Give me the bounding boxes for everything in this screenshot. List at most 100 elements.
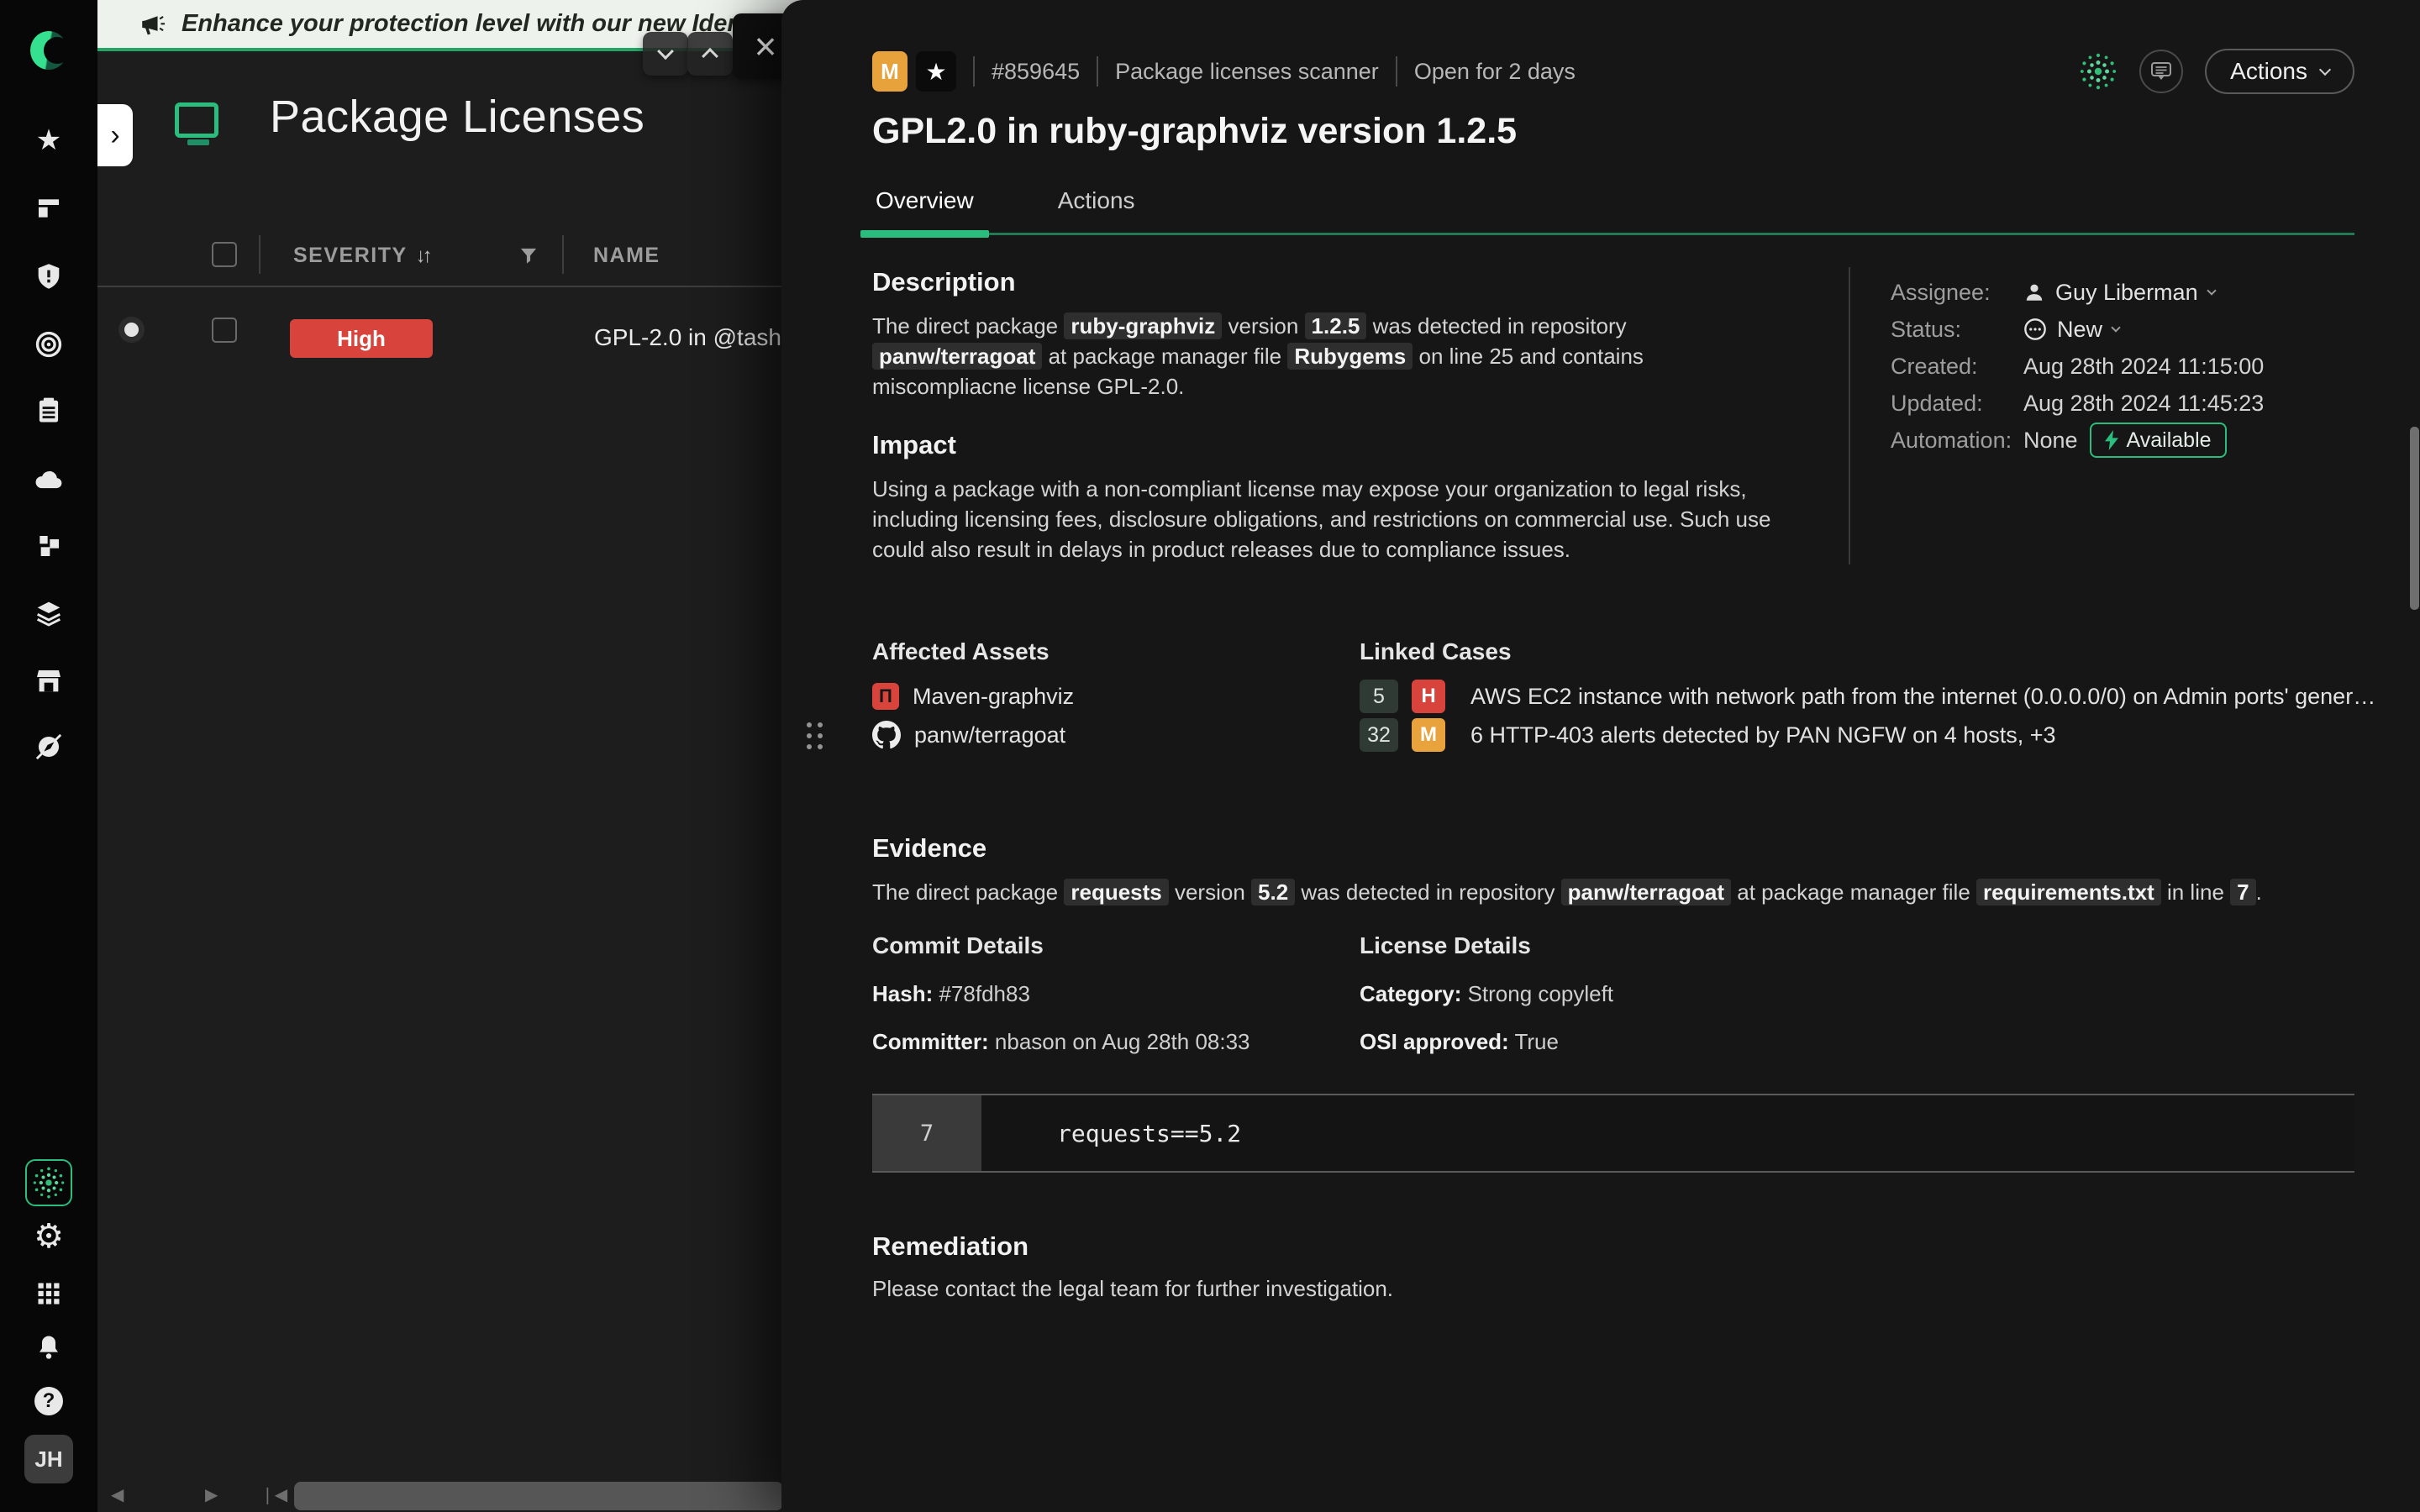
settings-gear-icon[interactable]: ⚙ (30, 1218, 67, 1255)
banner-collapse-button[interactable] (643, 32, 688, 76)
case-open-duration: Open for 2 days (1414, 59, 1576, 85)
page-title: Package Licenses (270, 91, 644, 143)
asset-item[interactable]: panw/terragoat (872, 716, 1360, 754)
actions-button[interactable]: Actions (2205, 49, 2354, 94)
page-next-icon[interactable]: ▶ (205, 1484, 218, 1505)
status-new-icon (2023, 318, 2047, 341)
code-line-number: 7 (872, 1095, 981, 1171)
person-icon (2023, 281, 2045, 303)
copilot-icon[interactable] (25, 1159, 72, 1206)
description-heading: Description (872, 267, 1840, 297)
case-severity-badge: M (872, 51, 908, 92)
favorites-star-icon[interactable]: ★ (30, 122, 67, 159)
report-icon[interactable] (30, 392, 67, 429)
automation-available-badge[interactable]: Available (2090, 423, 2227, 458)
affected-assets: Affected Assets Π Maven-graphviz panw/te… (872, 638, 1360, 754)
row-checkbox[interactable] (212, 318, 237, 343)
lightning-icon (2105, 430, 2118, 450)
megaphone-icon (138, 10, 166, 39)
automation-label: Automation: (1891, 428, 2023, 454)
severity-badge: High (290, 319, 433, 358)
apps-grid-icon[interactable] (30, 1275, 67, 1312)
commit-committer: Committer: nbason on Aug 28th 08:33 (872, 1029, 1360, 1055)
dashboard-icon[interactable] (30, 190, 67, 227)
tab-actions[interactable]: Actions (1055, 187, 1139, 233)
panel-tabs: Overview Actions (872, 187, 2354, 235)
license-details-heading: License Details (1360, 932, 2354, 959)
horizontal-scrollbar[interactable] (294, 1482, 783, 1510)
vertical-scrollbar[interactable] (2410, 427, 2419, 610)
modules-icon[interactable] (30, 528, 67, 564)
user-avatar[interactable]: JH (24, 1435, 73, 1483)
shield-alert-icon[interactable] (30, 258, 67, 295)
remediation-section: Remediation Please contact the legal tea… (872, 1231, 2354, 1304)
chevron-down-icon (2319, 64, 2331, 76)
affected-assets-heading: Affected Assets (872, 638, 1360, 665)
copilot-sparkle-icon[interactable] (2079, 52, 2118, 91)
target-icon[interactable] (30, 326, 67, 363)
alert-count-badge: 32 (1360, 718, 1398, 752)
asset-item[interactable]: Π Maven-graphviz (872, 677, 1360, 716)
case-metadata: Assignee: Guy Liberman Status: New (1849, 267, 2354, 564)
commit-hash: Hash: #78fdh83 (872, 981, 1360, 1007)
assignee-label: Assignee: (1891, 280, 2023, 306)
remediation-heading: Remediation (872, 1231, 2354, 1262)
select-all-checkbox[interactable] (212, 242, 237, 267)
panel-resize-handle[interactable] (807, 722, 823, 749)
registry-icon: Π (872, 683, 899, 710)
linked-cases-heading: Linked Cases (1360, 638, 2378, 665)
evidence-heading: Evidence (872, 833, 2354, 864)
filter-icon[interactable] (518, 245, 539, 267)
banner-expand-button[interactable] (687, 32, 733, 76)
linked-case-item[interactable]: 5 H AWS EC2 instance with network path f… (1360, 677, 2378, 716)
commit-details: Commit Details Hash: #78fdh83 Committer:… (872, 932, 1360, 1055)
updated-value: Aug 28th 2024 11:45:23 (2023, 391, 2264, 417)
evidence-text: The direct package requests version 5.2 … (872, 877, 2354, 907)
severity-high-badge: H (1412, 680, 1445, 713)
chevron-down-icon (2207, 286, 2216, 295)
sidebar: ★ (0, 0, 97, 1512)
impact-text: Using a package with a non-compliant lic… (872, 474, 1776, 564)
case-detail-panel: M ★ #859645 Package licenses scanner Ope… (781, 0, 2420, 1512)
impact-heading: Impact (872, 430, 1840, 460)
app-root: ★ (0, 0, 2420, 1512)
notifications-bell-icon[interactable] (30, 1329, 67, 1366)
help-icon[interactable]: ? (30, 1383, 67, 1420)
layers-icon[interactable] (30, 595, 67, 632)
created-value: Aug 28th 2024 11:15:00 (2023, 354, 2264, 380)
license-details: License Details Category: Strong copylef… (1360, 932, 2354, 1055)
status-label: Status: (1891, 317, 2023, 343)
severity-medium-badge: M (1412, 718, 1445, 752)
assignee-value[interactable]: Guy Liberman (2023, 280, 2215, 306)
page-first-icon[interactable]: ❘◀ (260, 1484, 287, 1505)
favorite-star-button[interactable]: ★ (916, 51, 956, 92)
row-selected-indicator[interactable] (124, 323, 139, 337)
remediation-text: Please contact the legal team for furthe… (872, 1273, 2354, 1304)
linked-cases: Linked Cases 5 H AWS EC2 instance with n… (1360, 638, 2378, 754)
evidence-section: Evidence The direct package requests ver… (872, 833, 2354, 907)
description-text: The direct package ruby-graphviz version… (872, 311, 1776, 402)
case-source: Package licenses scanner (1115, 59, 1379, 85)
alert-count-badge: 5 (1360, 680, 1398, 713)
updated-label: Updated: (1891, 391, 2023, 417)
github-icon (872, 721, 901, 749)
code-line-content: requests==5.2 (981, 1095, 2354, 1171)
cloud-icon[interactable] (30, 460, 67, 497)
sort-icon[interactable]: ↓↑ (416, 244, 429, 267)
chevron-down-icon (2111, 323, 2120, 332)
license-category: Category: Strong copyleft (1360, 981, 2354, 1007)
page-prev-icon[interactable]: ◀ (111, 1484, 124, 1505)
compass-icon[interactable] (30, 728, 67, 765)
panel-header: M ★ #859645 Package licenses scanner Ope… (872, 49, 2354, 94)
column-severity[interactable]: SEVERITY↓↑ (293, 244, 429, 268)
marketplace-icon[interactable] (30, 662, 67, 699)
column-name[interactable]: NAME (593, 244, 660, 268)
cortex-logo-icon[interactable] (30, 32, 67, 69)
linked-case-item[interactable]: 32 M 6 HTTP-403 alerts detected by PAN N… (1360, 716, 2378, 754)
expand-nav-button[interactable]: › (97, 104, 133, 166)
commit-details-heading: Commit Details (872, 932, 1360, 959)
case-id: #859645 (992, 59, 1080, 85)
comments-button[interactable] (2139, 50, 2183, 93)
tab-overview[interactable]: Overview (872, 187, 977, 233)
status-value[interactable]: New (2023, 317, 2119, 343)
